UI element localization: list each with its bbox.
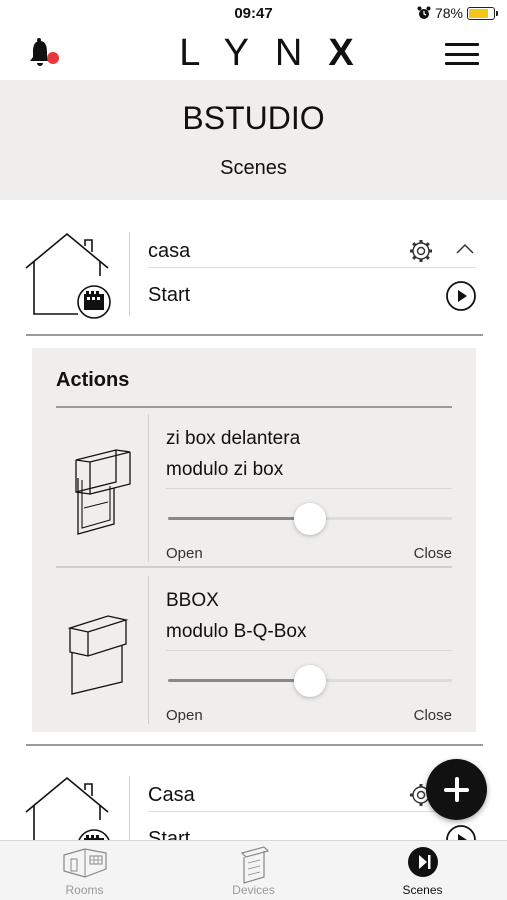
divider (148, 414, 149, 562)
action-device-name: BBOX (166, 590, 219, 611)
close-label: Close (413, 545, 452, 562)
scene-start-label: Start (148, 284, 191, 306)
divider (129, 232, 130, 316)
page-title: BSTUDIO (182, 100, 325, 136)
battery-fill (469, 8, 488, 18)
menu-line (445, 43, 479, 46)
action-device-model: modulo B-Q-Box (166, 621, 307, 642)
scene-card[interactable]: casa Start (0, 224, 507, 336)
open-label: Open (166, 707, 203, 724)
divider (26, 744, 483, 746)
position-slider[interactable] (168, 664, 452, 698)
add-scene-button[interactable] (426, 759, 487, 820)
devices-icon (240, 846, 269, 884)
rooms-icon (62, 848, 107, 878)
gear-icon[interactable] (408, 238, 434, 264)
tab-label: Rooms (65, 883, 104, 897)
app-header: LYNX (0, 28, 507, 80)
tab-label: Devices (232, 883, 275, 897)
chevron-up-icon[interactable] (454, 238, 476, 260)
status-bar: 09:47 78% (0, 0, 507, 28)
scene-name: Casa (148, 784, 195, 806)
action-device-name: zi box delantera (166, 428, 301, 449)
slider-knob[interactable] (294, 503, 326, 535)
play-icon[interactable] (445, 280, 477, 312)
slider-knob[interactable] (294, 665, 326, 697)
menu-line (445, 62, 479, 65)
actions-panel: Actions zi box delantera modulo zi box O… (32, 348, 476, 732)
scene-start-label: Start (148, 828, 191, 840)
zip-screen-blind-icon (75, 449, 131, 535)
alarm-icon (417, 6, 431, 19)
actions-title: Actions (56, 369, 130, 391)
title-band: BSTUDIO Scenes (0, 80, 507, 200)
divider (129, 776, 130, 840)
action-item: zi box delantera modulo zi box Open Clos… (56, 408, 452, 568)
house-scene-icon (25, 776, 110, 840)
play-icon[interactable] (445, 824, 477, 840)
brand-logo: LYNX (0, 32, 507, 75)
divider (166, 650, 452, 651)
status-right: 78% (417, 5, 498, 21)
close-label: Close (413, 707, 452, 724)
slider-fill (168, 679, 310, 682)
house-scene-icon (25, 232, 111, 319)
scene-name: casa (148, 240, 191, 262)
tab-devices[interactable]: Devices (169, 841, 338, 900)
open-label: Open (166, 545, 203, 562)
menu-button[interactable] (445, 43, 479, 65)
action-item: BBOX modulo B-Q-Box Open Close (56, 570, 452, 730)
tab-rooms[interactable]: Rooms (0, 841, 169, 900)
divider (148, 576, 149, 724)
action-device-model: modulo zi box (166, 459, 284, 480)
scenes-icon (407, 847, 438, 877)
tab-bar: Rooms Devices Scenes (0, 840, 507, 900)
divider (148, 267, 476, 268)
tab-label: Scenes (402, 883, 443, 897)
divider (148, 811, 476, 812)
page-subtitle: Scenes (220, 157, 287, 179)
menu-line (445, 52, 479, 56)
brand-x: X (328, 32, 354, 74)
box-blind-icon (67, 615, 129, 695)
battery-icon (467, 6, 498, 20)
divider (26, 334, 483, 336)
divider (166, 488, 452, 489)
brand-letters: LYN (179, 32, 329, 74)
position-slider[interactable] (168, 502, 452, 536)
battery-percent: 78% (434, 5, 463, 21)
tab-scenes[interactable]: Scenes (338, 841, 507, 900)
slider-fill (168, 517, 310, 520)
divider (56, 566, 452, 568)
